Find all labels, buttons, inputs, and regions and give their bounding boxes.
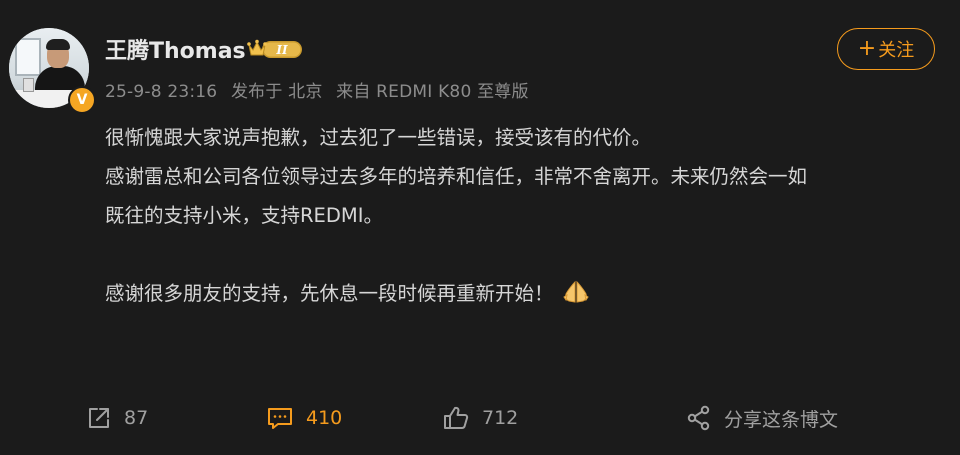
repost-icon	[89, 408, 109, 428]
post-text-paragraph: 感谢很多朋友的支持，先休息一段时候再重新开始！	[105, 274, 945, 313]
folded-hands-icon	[562, 280, 589, 303]
post-text-line: 感谢很多朋友的支持，先休息一段时候再重新开始！	[105, 282, 554, 305]
comment-icon	[268, 408, 292, 429]
avatar-hair	[46, 39, 70, 50]
avatar-cup	[23, 78, 34, 92]
post-source: 来自 REDMI K80 至尊版	[336, 82, 529, 102]
post-date[interactable]: 25-9-8 23:16	[105, 82, 217, 102]
verified-badge-icon: V	[68, 86, 96, 114]
username[interactable]: 王腾Thomas	[105, 33, 246, 65]
share-button[interactable]: 分享这条博文	[686, 398, 838, 438]
comment-button[interactable]: 410	[266, 398, 342, 438]
share-label: 分享这条博文	[724, 408, 839, 431]
post-text-line: 很惭愧跟大家说声抱歉，过去犯了一些错误，接受该有的代价。	[105, 126, 652, 149]
plus-icon: +	[857, 36, 877, 61]
avatar-window	[15, 38, 41, 76]
repost-button[interactable]: 87	[86, 398, 148, 438]
repost-count: 87	[124, 407, 149, 429]
share-icon	[687, 405, 710, 431]
follow-button[interactable]: + 关注	[837, 28, 935, 70]
follow-button-label: 关注	[878, 40, 915, 61]
like-button[interactable]: 712	[442, 398, 518, 438]
like-count: 712	[482, 407, 519, 429]
thumbs-up-icon	[444, 406, 469, 429]
post-text-line: 感谢雷总和公司各位领导过去多年的培养和信任，非常不舍离开。未来仍然会一如	[105, 165, 808, 188]
post-content: 很惭愧跟大家说声抱歉，过去犯了一些错误，接受该有的代价。 感谢雷总和公司各位领导…	[105, 118, 945, 313]
level-badge-text: II	[275, 43, 288, 57]
action-bar: 87 410 712 分享这条博文	[0, 398, 960, 438]
weibo-post-card: V 王腾Thomas II 25-9-8 23:16 发布于 北京 来自 RED…	[0, 0, 960, 455]
post-text-line: 既往的支持小米，支持REDMI。	[105, 204, 383, 227]
post-location: 发布于 北京	[230, 82, 323, 102]
comment-count: 410	[306, 407, 343, 429]
post-meta: 25-9-8 23:16 发布于 北京 来自 REDMI K80 至尊版	[105, 77, 537, 102]
level-badge-icon[interactable]: II	[246, 38, 304, 60]
